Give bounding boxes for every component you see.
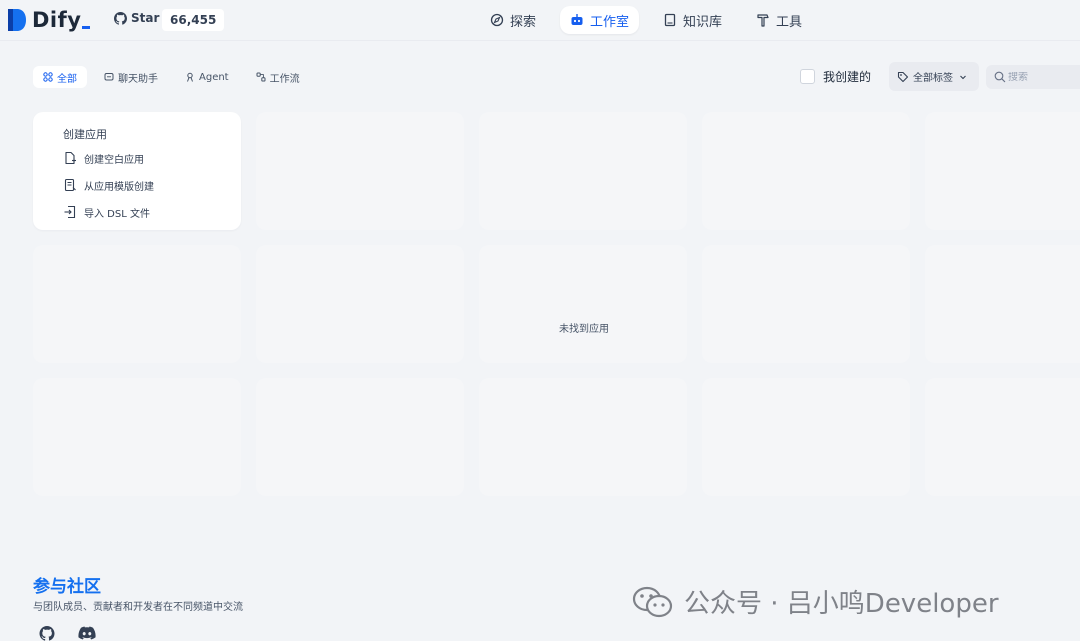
github-star-button[interactable]: Star [114,11,159,25]
import-icon [64,205,76,219]
app-card-placeholder [925,112,1080,230]
tab-chat-label: 聊天助手 [118,73,158,85]
chevron-down-icon [960,75,966,79]
create-blank-app-label: 创建空白应用 [84,154,144,166]
app-card-placeholder [702,112,910,230]
star-count[interactable]: 66,455 [162,9,225,31]
nav-studio[interactable]: 工作室 [560,6,640,34]
dify-logo[interactable]: Dify [6,7,91,33]
search-icon [994,71,1006,83]
github-icon[interactable] [38,626,56,641]
empty-state-text: 未找到应用 [559,324,609,335]
search-input[interactable] [1008,71,1078,83]
file-plus-icon [65,151,76,165]
app-card-placeholder [702,245,910,363]
hammer-icon [757,14,769,27]
nav-explore[interactable]: 探索 [480,6,546,34]
search-box[interactable] [986,65,1080,89]
agent-icon [187,72,193,82]
chat-icon [104,73,114,81]
template-icon [64,178,76,192]
tab-chat[interactable]: 聊天助手 [94,66,168,88]
top-header: Dify Star 66,455 探索 工作室 知识库 工具 [0,0,1080,41]
app-type-tabs: 全部 聊天助手 Agent 工作流 [33,66,317,88]
tab-all-label: 全部 [57,73,77,85]
book-icon [664,13,676,27]
tab-workflow-label: 工作流 [269,73,300,85]
social-links [38,626,96,641]
app-card-placeholder [702,378,910,496]
explore-icon [490,13,504,27]
app-card-placeholder [925,245,1080,363]
tag-filter-dropdown[interactable]: 全部标签 [889,62,979,91]
nav-tools[interactable]: 工具 [746,6,812,34]
import-dsl-button[interactable]: 导入 DSL 文件 [63,204,241,220]
app-card-placeholder [256,245,464,363]
github-icon [114,11,127,25]
create-app-title: 创建应用 [63,128,107,141]
import-dsl-label: 导入 DSL 文件 [84,208,150,220]
app-card-placeholder [479,378,687,496]
discord-icon[interactable] [78,626,96,641]
tab-all[interactable]: 全部 [33,66,87,88]
app-card-placeholder [925,378,1080,496]
nav-knowledge[interactable]: 知识库 [653,6,732,34]
tab-agent-label: Agent [199,71,229,83]
wechat-watermark: 公众号 · 吕小鸣Developer [632,583,999,620]
grid-icon [43,72,53,82]
app-card-placeholder [479,112,687,230]
app-card-placeholder [256,378,464,496]
workflow-icon [256,72,266,82]
tab-agent[interactable]: Agent [175,66,239,88]
tag-icon [897,71,909,82]
logo-underscore [82,25,91,29]
wechat-icon [632,586,673,617]
create-blank-app-button[interactable]: 创建空白应用 [63,150,241,166]
app-card-placeholder [33,245,241,363]
main-nav: 探索 工作室 知识库 工具 [480,6,826,34]
created-by-me-filter[interactable]: 我创建的 [800,68,871,85]
created-by-me-checkbox[interactable] [800,69,815,84]
robot-icon [571,14,583,25]
created-by-me-label: 我创建的 [823,70,872,84]
tag-filter-label: 全部标签 [913,73,953,84]
logo-text: Dify [32,8,82,32]
community-title: 参与社区 [33,577,101,597]
app-card-placeholder [479,245,687,363]
create-from-template-label: 从应用模版创建 [84,181,154,193]
watermark-text: 公众号 · 吕小鸣Developer [684,589,999,619]
nav-explore-label: 探索 [510,14,537,30]
nav-studio-label: 工作室 [590,14,630,30]
tab-workflow[interactable]: 工作流 [246,66,310,88]
app-card-placeholder [33,378,241,496]
nav-tools-label: 工具 [776,14,803,30]
create-from-template-button[interactable]: 从应用模版创建 [63,177,241,193]
nav-knowledge-label: 知识库 [683,14,723,30]
create-app-card: 创建应用 创建空白应用 从应用模版创建 导入 DSL 文件 [33,112,241,230]
star-label: Star [131,11,160,25]
community-description: 与团队成员、贡献者和开发者在不同频道中交流 [33,602,243,613]
app-card-placeholder [256,112,464,230]
dify-logo-mark-icon [8,9,26,31]
